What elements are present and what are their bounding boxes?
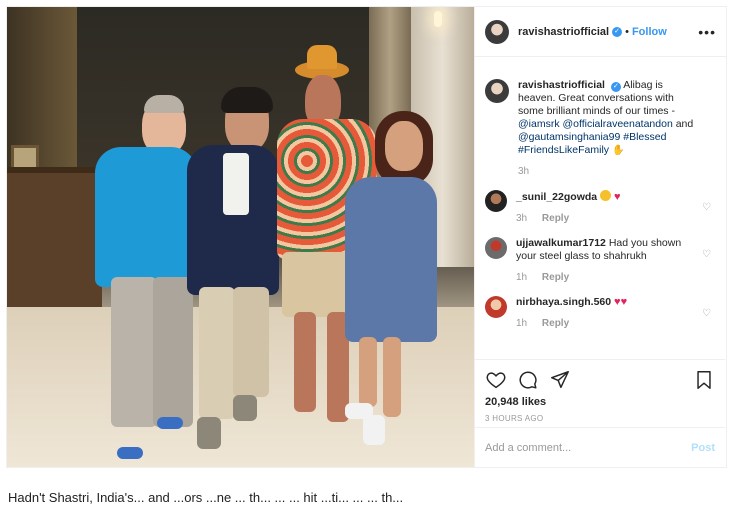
caption-comment: ravishastriofficial ✓ Alibag is heaven. … bbox=[485, 79, 715, 178]
author-username[interactable]: ravishastriofficial bbox=[518, 26, 609, 38]
post-comment-button[interactable]: Post bbox=[691, 442, 715, 454]
caption-time: 3h bbox=[518, 166, 530, 177]
commenter-avatar[interactable] bbox=[485, 190, 507, 212]
comment-time: 3h bbox=[516, 213, 528, 224]
like-comment-icon[interactable]: ♡ bbox=[702, 249, 711, 260]
comment-meta: 1h Reply bbox=[516, 271, 692, 284]
caption-username[interactable]: ravishastriofficial bbox=[518, 79, 605, 91]
instagram-post-embed: ravishastriofficial ✓ • Follow ••• ravis… bbox=[6, 6, 727, 468]
commenter-username[interactable]: _sunil_22gowda bbox=[516, 191, 597, 203]
comment-body: nirbhaya.singh.560 ♥♥ 1h Reply bbox=[516, 296, 692, 330]
author-avatar[interactable] bbox=[485, 19, 509, 44]
comment-item: ujjawalkumar1712 Had you shown your stee… bbox=[485, 237, 715, 284]
reply-button[interactable]: Reply bbox=[542, 272, 569, 283]
verified-badge-icon: ✓ bbox=[612, 26, 623, 37]
comment-time: 1h bbox=[516, 272, 528, 283]
share-paper-plane-icon[interactable] bbox=[549, 369, 571, 391]
bookmark-icon[interactable] bbox=[693, 369, 715, 391]
caption-and: and bbox=[675, 118, 694, 130]
comment-time: 1h bbox=[516, 318, 528, 329]
reply-button[interactable]: Reply bbox=[542, 213, 569, 224]
caption-meta: 3h bbox=[518, 165, 694, 178]
mention-gautam[interactable]: @gautamsinghania99 bbox=[518, 131, 620, 143]
like-comment-icon[interactable]: ♡ bbox=[702, 308, 711, 319]
sunglasses-emoji-icon bbox=[600, 190, 612, 201]
comment-item: nirbhaya.singh.560 ♥♥ 1h Reply ♡ bbox=[485, 296, 715, 330]
comment-bubble-icon[interactable] bbox=[517, 369, 539, 391]
more-options-icon[interactable]: ••• bbox=[698, 24, 716, 40]
post-sidebar: ravishastriofficial ✓ • Follow ••• ravis… bbox=[474, 7, 726, 467]
action-icons bbox=[485, 368, 715, 392]
heart-emoji-icon: ♥ bbox=[613, 191, 621, 203]
mention-iamsrk[interactable]: @iamsrk bbox=[518, 118, 560, 130]
likes-count[interactable]: 20,948 likes bbox=[485, 396, 715, 408]
verified-badge-icon: ✓ bbox=[610, 82, 621, 92]
photo-cabinet bbox=[7, 167, 102, 307]
comment-body: ujjawalkumar1712 Had you shown your stee… bbox=[516, 237, 692, 284]
reply-button[interactable]: Reply bbox=[542, 318, 569, 329]
article-text-fragment: Hadn't Shastri, India's... and ...ors ..… bbox=[8, 490, 404, 505]
commenter-username[interactable]: ujjawalkumar1712 bbox=[516, 237, 606, 249]
photo-lamp bbox=[434, 11, 442, 27]
hashtag-blessed[interactable]: #Blessed bbox=[623, 131, 666, 143]
post-timestamp: 3 HOURS AGO bbox=[485, 414, 544, 423]
commenter-avatar[interactable] bbox=[485, 296, 507, 318]
add-comment-bar: Post bbox=[475, 427, 725, 467]
comment-meta: 1h Reply bbox=[516, 317, 692, 330]
comment-meta: 3h Reply bbox=[516, 212, 692, 225]
mention-raveena[interactable]: @officialraveenatandon bbox=[563, 118, 673, 130]
post-photo[interactable] bbox=[7, 7, 474, 467]
like-comment-icon[interactable]: ♡ bbox=[702, 202, 711, 213]
praying-hands-icon: ✋ bbox=[611, 145, 625, 156]
heart-emoji-icon: ♥♥ bbox=[614, 296, 628, 308]
follow-button[interactable]: Follow bbox=[632, 26, 667, 38]
header-separator: • bbox=[625, 25, 629, 38]
author-avatar-small[interactable] bbox=[485, 79, 509, 103]
comments-list[interactable]: ravishastriofficial ✓ Alibag is heaven. … bbox=[475, 67, 725, 357]
add-comment-input[interactable] bbox=[485, 441, 692, 454]
comment-body: _sunil_22gowda ♥ 3h Reply bbox=[516, 190, 692, 225]
post-header: ravishastriofficial ✓ • Follow ••• bbox=[475, 7, 726, 57]
commenter-username[interactable]: nirbhaya.singh.560 bbox=[516, 296, 611, 308]
hashtag-friendslikefamily[interactable]: #FriendsLikeFamily bbox=[518, 144, 609, 156]
comment-item: _sunil_22gowda ♥ 3h Reply ♡ bbox=[485, 190, 715, 225]
commenter-avatar[interactable] bbox=[485, 237, 507, 259]
like-heart-icon[interactable] bbox=[485, 369, 507, 391]
caption-body: ravishastriofficial ✓ Alibag is heaven. … bbox=[518, 79, 694, 178]
post-actions: 20,948 likes 3 HOURS AGO bbox=[475, 359, 725, 423]
